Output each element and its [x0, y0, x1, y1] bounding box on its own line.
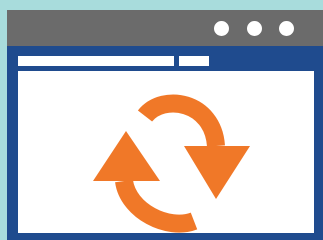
refresh-icon[interactable]	[18, 71, 314, 233]
refresh-arrow-top	[137, 94, 225, 148]
content-area	[18, 71, 314, 233]
refresh-arrow-bottom	[115, 178, 198, 233]
window-control-dot-1[interactable]	[214, 21, 229, 36]
window-control-dot-3[interactable]	[279, 21, 294, 36]
refresh-arrowhead-top	[184, 146, 250, 199]
address-bar-button[interactable]	[179, 56, 209, 66]
refresh-arrowhead-bottom	[93, 131, 160, 181]
window-control-dot-2[interactable]	[247, 21, 262, 36]
browser-window	[7, 10, 323, 240]
title-bar	[7, 10, 323, 46]
address-bar[interactable]	[18, 56, 174, 66]
